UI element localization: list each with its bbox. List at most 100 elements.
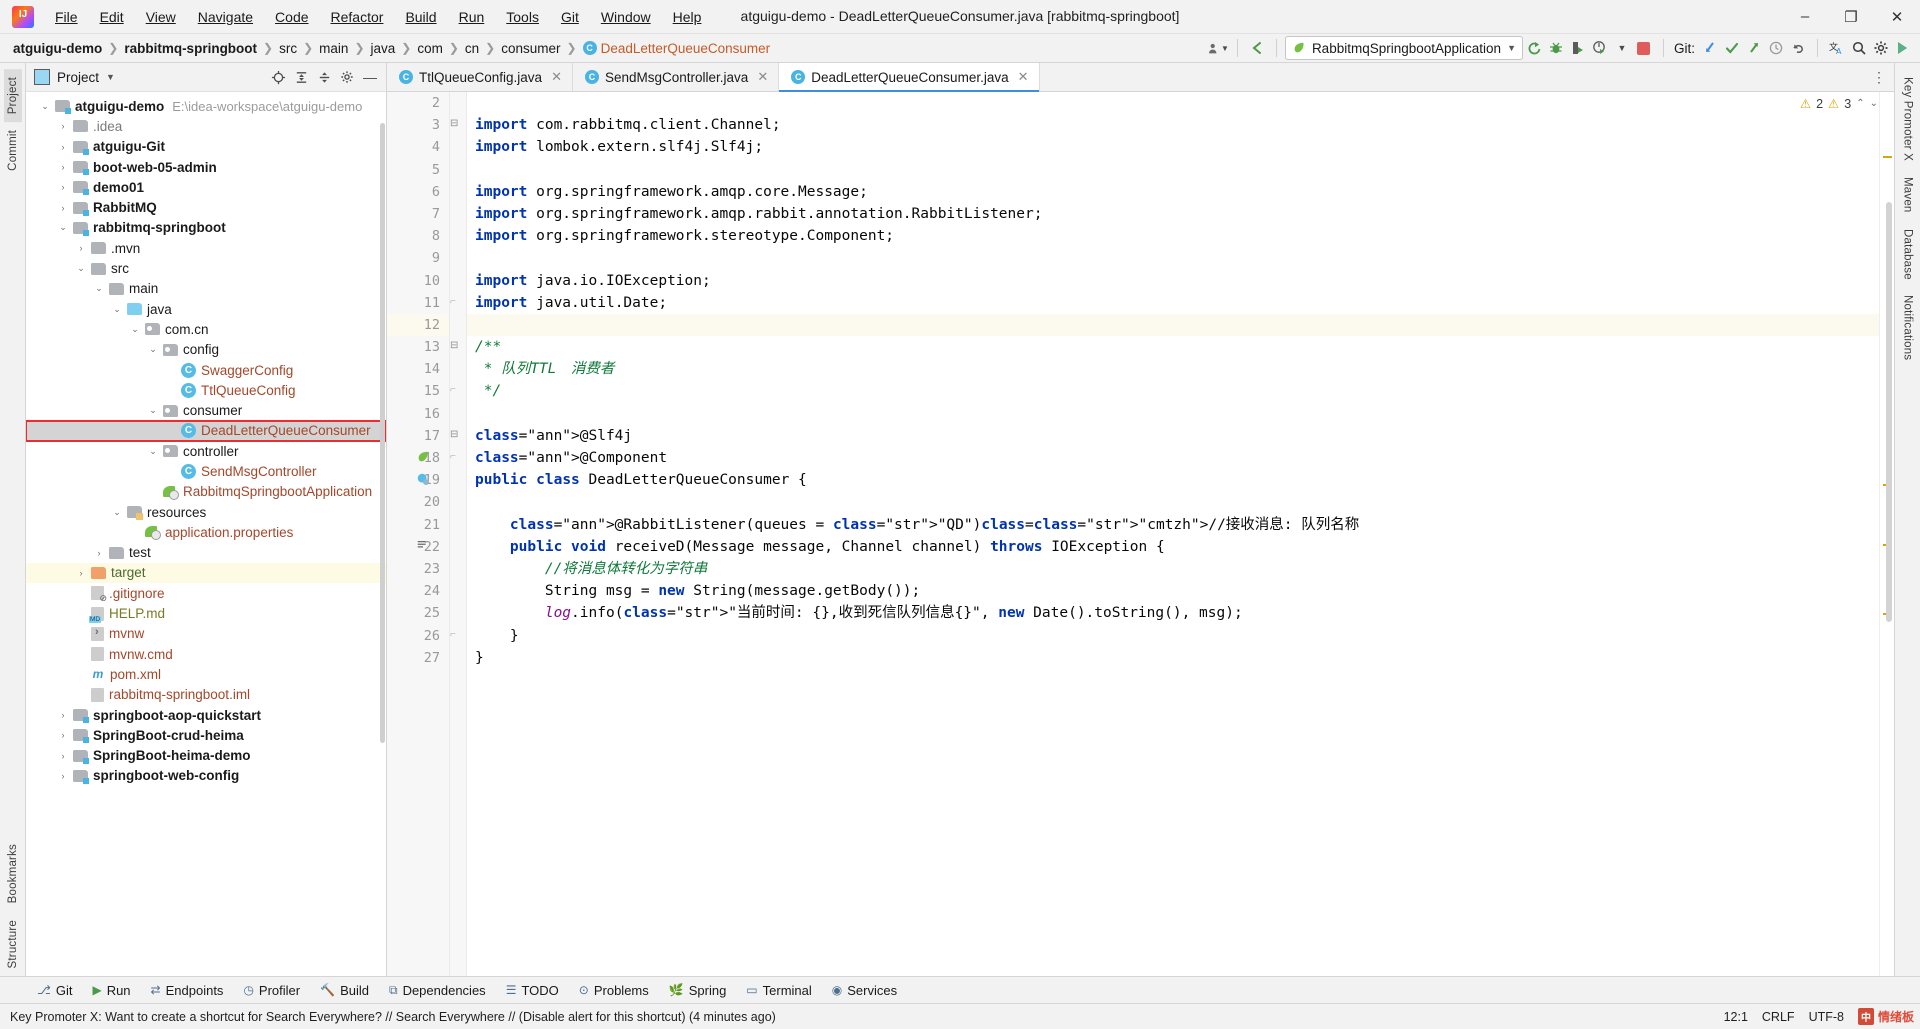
hide-panel-icon[interactable]: — [360,67,380,87]
tree-item-springboot-heima-demo[interactable]: › SpringBoot-heima-demo [26,746,386,766]
run-coverage-icon[interactable] [1567,37,1589,59]
tree-item--gitignore[interactable]: .gitignore [26,583,386,604]
profiler-icon[interactable] [1589,37,1611,59]
fold-slot[interactable]: ⌐ [450,292,466,314]
tree-expand-arrow-icon[interactable]: › [92,548,106,558]
fold-slot[interactable]: ⌐ [450,380,466,402]
toolwindow-dependencies[interactable]: ⧉ Dependencies [380,980,495,1001]
fold-slot[interactable] [450,181,466,203]
fold-end-icon[interactable]: ⌐ [450,296,456,307]
code-line[interactable] [467,403,1879,425]
close-icon[interactable]: ✕ [551,69,562,85]
tree-item-deadletterqueueconsumer[interactable]: C DeadLetterQueueConsumer [26,419,386,443]
breadcrumb-item-project[interactable]: atguigu-demo [10,39,105,58]
tree-item-boot-web-05-admin[interactable]: › boot-web-05-admin [26,157,386,177]
fold-slot[interactable] [450,247,466,269]
tree-expand-arrow-icon[interactable]: ⌄ [110,507,124,518]
user-avatar-icon[interactable]: ▼ [1207,37,1229,59]
tree-item-test[interactable]: › test [26,543,386,563]
gear-icon[interactable] [337,67,357,87]
spring-class-icon[interactable] [415,472,430,487]
toolwindow-endpoints[interactable]: ⇄ Endpoints [142,980,233,1001]
fold-slot[interactable]: ⌐ [450,447,466,469]
toolwindow-todo[interactable]: ☰ TODO [497,980,568,1001]
tree-expand-arrow-icon[interactable]: ⌄ [92,283,106,294]
rail-tab-key-promoter[interactable]: Key Promoter X [1899,69,1917,169]
tree-expand-arrow-icon[interactable]: ⌄ [128,324,142,335]
fold-slot[interactable] [450,469,466,491]
tree-item-sendmsgcontroller[interactable]: C SendMsgController [26,461,386,481]
rollback-icon[interactable] [1787,37,1809,59]
tree-expand-arrow-icon[interactable]: ⌄ [74,263,88,274]
fold-collapse-icon[interactable]: ⊟ [450,340,458,351]
tree-expand-arrow-icon[interactable]: ⌄ [146,446,160,457]
breadcrumb-item-src[interactable]: src [276,39,300,58]
fold-slot[interactable] [450,491,466,513]
code-line[interactable] [467,159,1879,181]
code-line[interactable]: } [467,625,1879,647]
code-editor[interactable]: 2 3 4 5 6 7 8 9 10 11 12 13 14 15 16 17 18 19 20 21 22 23 24 25… [387,92,1894,976]
code-line[interactable]: class="ann">@Component [467,447,1879,469]
tree-expand-arrow-icon[interactable]: › [56,751,70,761]
breadcrumb-item-cn[interactable]: cn [462,39,482,58]
fold-slot[interactable] [450,403,466,425]
run-anything-icon[interactable] [1892,37,1914,59]
tree-expand-arrow-icon[interactable]: › [56,203,70,213]
tree-item-com-cn[interactable]: ⌄ com.cn [26,319,386,339]
fold-slot[interactable] [450,225,466,247]
tree-expand-arrow-icon[interactable]: ⌄ [110,304,124,315]
rail-tab-bookmarks[interactable]: Bookmarks [4,836,22,911]
chevron-down-icon[interactable]: ▼ [106,72,115,82]
tree-item-atguigu-git[interactable]: › atguigu-Git [26,137,386,157]
breadcrumb-item-java[interactable]: java [368,39,399,58]
breadcrumb-item-class[interactable]: C DeadLetterQueueConsumer [580,39,774,58]
code-folding-column[interactable]: ⊟ ⌐ ⊟ ⌐ ⊟ ⌐ ⌐ [450,92,467,976]
editor-tab-options[interactable]: ⋮ [1872,63,1894,91]
breadcrumb-item-main[interactable]: main [316,39,351,58]
tree-expand-arrow-icon[interactable]: ⌄ [56,222,70,233]
code-line[interactable]: public class DeadLetterQueueConsumer { [467,469,1879,491]
fold-slot[interactable] [450,314,466,336]
rail-tab-structure[interactable]: Structure [4,912,22,976]
fold-slot[interactable] [450,602,466,624]
tree-expand-arrow-icon[interactable]: › [56,771,70,781]
code-line[interactable]: //将消息体转化为字符串 [467,558,1879,580]
fold-slot[interactable] [450,647,466,669]
close-icon[interactable]: ✕ [1018,69,1029,85]
code-line[interactable] [467,491,1879,513]
tree-item-target[interactable]: › target [26,562,386,584]
fold-slot[interactable]: ⊟ [450,336,466,358]
tree-item-demo01[interactable]: › demo01 [26,177,386,197]
code-line[interactable]: String msg = new String(message.getBody(… [467,580,1879,602]
back-arrow-icon[interactable] [1246,37,1268,59]
toolwindow-services[interactable]: ◉ Services [823,980,906,1001]
maximize-button[interactable]: ❐ [1828,0,1874,33]
breadcrumb-item-com[interactable]: com [414,39,446,58]
error-stripe-marker-rail[interactable] [1879,92,1894,976]
code-line[interactable]: /** [467,336,1879,358]
spring-bean-icon[interactable] [415,450,430,465]
inspection-widget[interactable]: ⚠ 2 ⚠ 3 ⌃ ⌄ [1800,96,1878,112]
fold-slot[interactable] [450,159,466,181]
line-number-gutter[interactable]: 2 3 4 5 6 7 8 9 10 11 12 13 14 15 16 17 18 19 20 21 22 23 24 25… [387,92,450,976]
tree-expand-arrow-icon[interactable]: › [56,142,70,152]
project-tree[interactable]: ⌄ atguigu-demo E:\idea-workspace\atguigu-d… [26,92,386,976]
tree-item-pom-xml[interactable]: m pom.xml [26,664,386,684]
tree-item--idea[interactable]: › .idea [26,116,386,136]
tree-item-swaggerconfig[interactable]: C SwaggerConfig [26,360,386,380]
rerun-icon[interactable] [1523,37,1545,59]
toolwindow-spring[interactable]: 🌿 Spring [660,980,736,1001]
toolwindow-run[interactable]: ▶ Run [83,980,139,1001]
breadcrumb-item-module[interactable]: rabbitmq-springboot [121,39,260,58]
stop-icon[interactable] [1633,37,1655,59]
tree-expand-arrow-icon[interactable]: › [74,243,88,253]
chevron-down-icon[interactable]: ▼ [1611,37,1633,59]
tree-item-ttlqueueconfig[interactable]: C TtlQueueConfig [26,380,386,400]
tree-item-application-properties[interactable]: application.properties [26,522,386,542]
editor-tab-sendmsgcontroller[interactable]: C SendMsgController.java ✕ [572,63,780,91]
fold-slot[interactable]: ⌐ [450,625,466,647]
fold-slot[interactable] [450,358,466,380]
fold-slot[interactable]: ⊟ [450,114,466,136]
menu-tools[interactable]: Tools [495,5,550,29]
close-button[interactable]: ✕ [1874,0,1920,33]
